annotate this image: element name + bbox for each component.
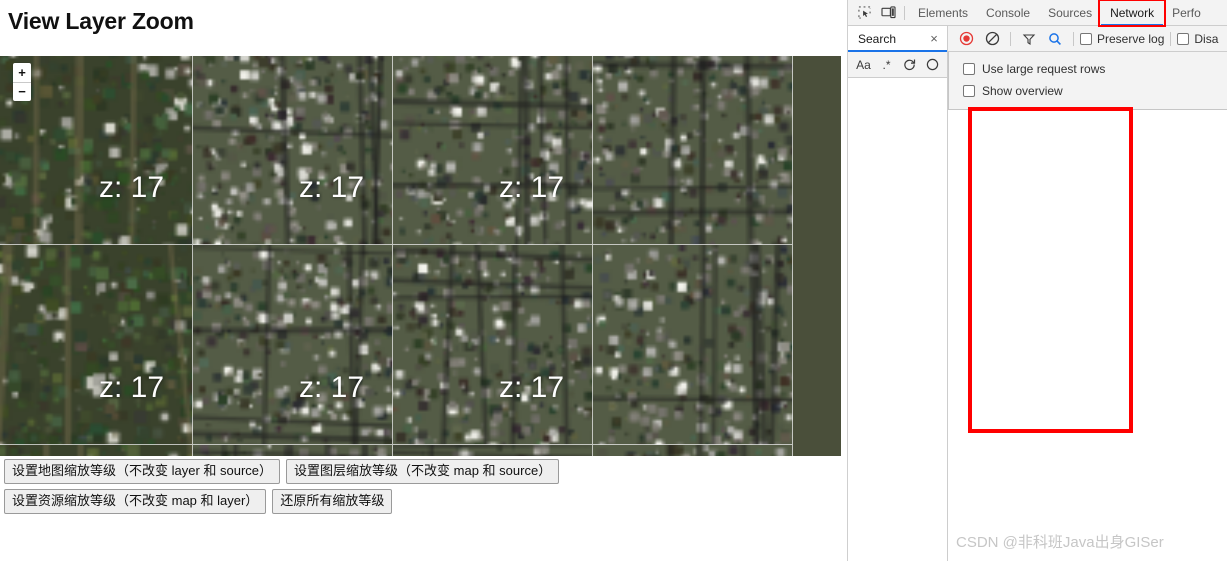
search-results-pane[interactable] <box>848 78 948 561</box>
search-drawer-tab[interactable]: Search × <box>848 25 948 52</box>
filter-icon[interactable] <box>1017 28 1041 50</box>
tab-performance[interactable]: Perfo <box>1163 0 1210 26</box>
toolbar-divider <box>1010 31 1011 46</box>
tab-network[interactable]: Network <box>1101 0 1164 26</box>
tile-zoom-label: z: 17 <box>499 371 565 404</box>
tile-zoom-label: z: 17 <box>99 371 165 404</box>
set-source-zoom-button[interactable]: 设置资源缩放等级（不改变 map 和 layer） <box>4 489 267 514</box>
watermark-text: CSDN @非科班Java出身GISer <box>956 534 1164 551</box>
screenshot-root: View Layer Zoom z: 17 z: 17 z: 17 z: 17 z: 1… <box>0 0 1227 561</box>
map-tile <box>593 445 793 456</box>
close-icon[interactable]: × <box>925 30 943 48</box>
control-button-row-2: 设置资源缩放等级（不改变 map 和 layer） 还原所有缩放等级 <box>0 489 847 514</box>
search-tab-label: Search <box>858 31 897 46</box>
record-button[interactable] <box>954 28 978 50</box>
use-large-request-rows-label: Use large request rows <box>982 62 1106 76</box>
map-tile <box>593 56 793 245</box>
device-toolbar-icon[interactable] <box>876 2 900 24</box>
tab-console[interactable]: Console <box>977 0 1039 26</box>
tile-zoom-label: z: 17 <box>299 371 365 404</box>
toolbar-divider <box>904 5 905 20</box>
zoom-in-button[interactable]: + <box>13 63 31 83</box>
tab-sources[interactable]: Sources <box>1039 0 1101 26</box>
clear-search-icon[interactable] <box>922 55 943 75</box>
search-icon[interactable] <box>1043 28 1067 50</box>
show-overview-label: Show overview <box>982 84 1063 98</box>
network-toolbar: Preserve log Disa <box>948 28 1227 50</box>
tab-elements[interactable]: Elements <box>909 0 977 26</box>
map-tile <box>193 56 393 245</box>
checkbox-box[interactable] <box>963 63 975 75</box>
refresh-icon[interactable] <box>899 55 920 75</box>
checkbox-box[interactable] <box>963 85 975 97</box>
network-settings-dropdown: Use large request rows Show overview <box>948 52 1227 110</box>
control-button-bar: 设置地图缩放等级（不改变 layer 和 source） 设置图层缩放等级（不改… <box>0 459 847 519</box>
map-tile <box>393 445 593 456</box>
use-large-request-rows-option[interactable]: Use large request rows <box>949 58 1227 80</box>
reset-all-zoom-button[interactable]: 还原所有缩放等级 <box>272 489 393 514</box>
set-map-zoom-button[interactable]: 设置地图缩放等级（不改变 layer 和 source） <box>4 459 281 484</box>
regex-button[interactable]: .* <box>876 55 897 75</box>
preserve-log-label: Preserve log <box>1097 31 1165 46</box>
devtools-tabbar: Elements Console Sources Network Perfo <box>848 0 1227 26</box>
checkbox-box[interactable] <box>1177 32 1190 45</box>
toolbar-divider <box>1170 31 1172 46</box>
map-zoom-control[interactable]: + − <box>13 63 31 101</box>
network-requests-pane[interactable] <box>949 78 1227 561</box>
disable-cache-label: Disa <box>1194 31 1219 46</box>
page-title: View Layer Zoom <box>8 8 194 34</box>
map-viewport[interactable]: z: 17 z: 17 z: 17 z: 17 z: 17 z: 17 + − <box>0 56 841 456</box>
control-button-row-1: 设置地图缩放等级（不改变 layer 和 source） 设置图层缩放等级（不改… <box>0 459 847 484</box>
map-tile <box>393 245 593 445</box>
map-tile <box>0 245 193 445</box>
clear-network-button[interactable] <box>980 28 1004 50</box>
map-tile <box>0 445 193 456</box>
disable-cache-checkbox[interactable]: Disa <box>1177 32 1218 46</box>
map-tile <box>393 56 593 245</box>
checkbox-box[interactable] <box>1080 32 1092 45</box>
map-tile <box>193 245 393 445</box>
search-subtoolbar: Aa .* <box>848 52 948 78</box>
preserve-log-checkbox[interactable]: Preserve log <box>1080 32 1164 46</box>
map-tile <box>593 245 793 445</box>
toolbar-divider <box>1073 31 1074 46</box>
map-tile <box>193 445 393 456</box>
inspect-element-icon[interactable] <box>852 2 876 24</box>
devtools-panel: Elements Console Sources Network Perfo S… <box>847 0 1227 561</box>
devtools-secondary-row: Search × Preserve log Disa <box>848 25 1227 52</box>
tile-zoom-label: z: 17 <box>499 171 565 204</box>
set-layer-zoom-button[interactable]: 设置图层缩放等级（不改变 map 和 source） <box>286 459 560 484</box>
tile-zoom-label: z: 17 <box>99 171 165 204</box>
show-overview-option[interactable]: Show overview <box>949 80 1227 102</box>
zoom-out-button[interactable]: − <box>13 83 31 102</box>
match-case-button[interactable]: Aa <box>853 55 874 75</box>
web-page-area: View Layer Zoom z: 17 z: 17 z: 17 z: 17 z: 1… <box>0 0 847 561</box>
tile-zoom-label: z: 17 <box>299 171 365 204</box>
